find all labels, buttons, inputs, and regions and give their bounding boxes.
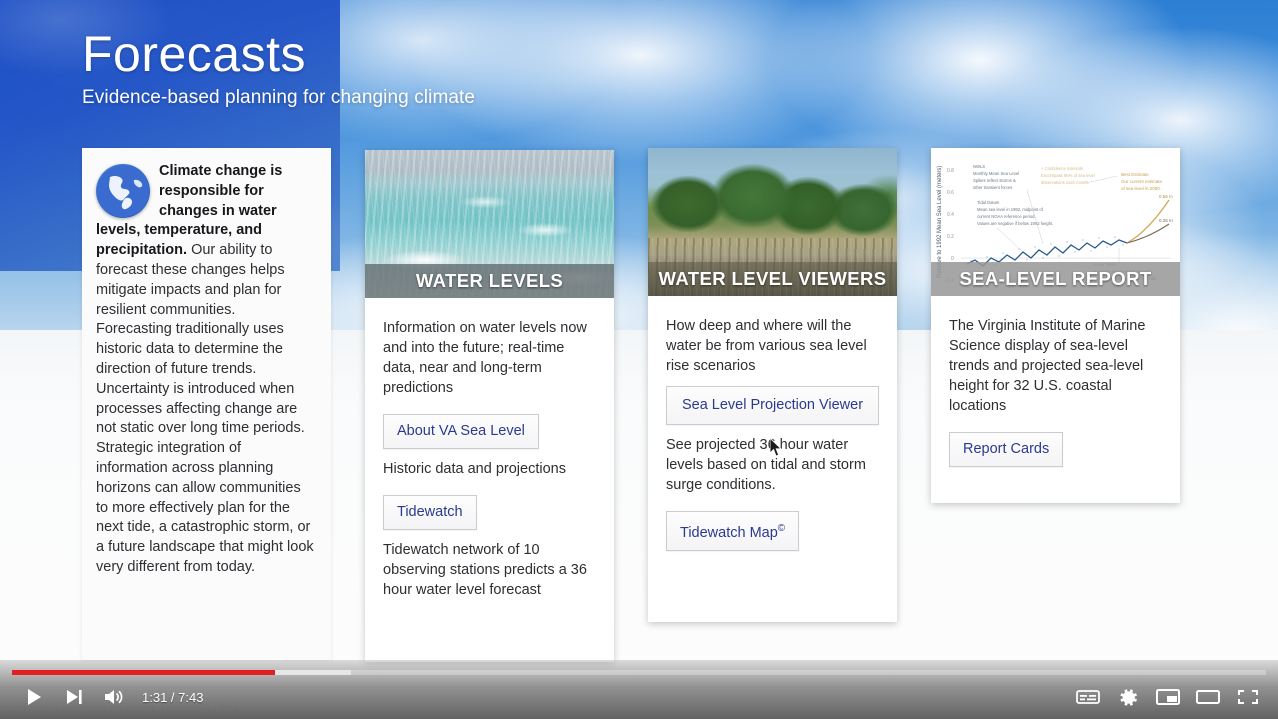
intro-text-body: Climate change is responsible for change… (96, 162, 315, 578)
page-header: Forecasts Evidence-based planning for ch… (82, 28, 475, 109)
water-level-viewers-title: WATER LEVEL VIEWERS (648, 262, 897, 296)
svg-text:+ Confidence Intervals: + Confidence Intervals (1041, 166, 1083, 171)
captions-icon[interactable] (1068, 682, 1108, 712)
svg-text:0.55 m: 0.55 m (1159, 194, 1173, 199)
water-levels-title: WATER LEVELS (365, 264, 614, 298)
water-levels-body: Information on water levels now and into… (365, 298, 614, 624)
svg-text:Best Estimate: Best Estimate (1121, 172, 1149, 177)
progress-bar[interactable] (12, 670, 1266, 675)
volume-icon[interactable] (94, 682, 134, 712)
player-left-controls: 1:31 / 7:43 (14, 682, 203, 712)
globe-icon (96, 164, 150, 218)
video-player-controls: 1:31 / 7:43 (0, 660, 1278, 719)
play-icon[interactable] (14, 682, 54, 712)
water-levels-card: WATER LEVELS Information on water levels… (365, 150, 614, 662)
page-title: Forecasts (82, 28, 475, 81)
time-display: 1:31 / 7:43 (142, 690, 203, 705)
water-levels-paragraph-2: Historic data and projections (383, 459, 596, 479)
intro-text-card: Climate change is responsible for change… (82, 148, 331, 660)
svg-text:0.2: 0.2 (947, 234, 954, 240)
svg-text:current NOAA reference period.: current NOAA reference period. (977, 214, 1036, 219)
water-level-viewers-body: How deep and where will the water be fro… (648, 296, 897, 579)
water-level-viewers-card: WATER LEVEL VIEWERS How deep and where w… (648, 148, 897, 622)
water-level-viewers-image: WATER LEVEL VIEWERS (648, 148, 897, 296)
svg-text:of sea level in 2050.: of sea level in 2050. (1121, 186, 1161, 191)
report-cards-title: SEA-LEVEL REPORT CARDS (931, 262, 1180, 296)
report-cards-image: Relative to 1992 Mean Sea Level (meters)… (931, 148, 1180, 296)
svg-text:0.25 m: 0.25 m (1159, 218, 1173, 223)
water-level-viewers-paragraph-2: See projected 36 hour water levels based… (666, 435, 879, 495)
svg-text:NWLS: NWLS (973, 164, 985, 169)
svg-text:observations each month.: observations each month. (1041, 180, 1089, 185)
water-levels-paragraph-3: Tidewatch network of 10 observing statio… (383, 540, 596, 600)
svg-text:0.6: 0.6 (947, 190, 954, 196)
fullscreen-icon[interactable] (1228, 682, 1268, 712)
svg-text:Tidal Datum: Tidal Datum (977, 200, 1000, 205)
video-frame: Forecasts Evidence-based planning for ch… (0, 0, 1278, 719)
tidewatch-map-label: Tidewatch Map (680, 525, 778, 541)
svg-text:other transient forces: other transient forces (973, 185, 1012, 190)
svg-text:Monthly Mean Sea Level: Monthly Mean Sea Level (973, 171, 1019, 176)
report-cards-paragraph-1: The Virginia Institute of Marine Science… (949, 316, 1162, 416)
miniplayer-icon[interactable] (1148, 682, 1188, 712)
gear-icon[interactable] (1108, 682, 1148, 712)
svg-text:0.8: 0.8 (947, 168, 954, 174)
player-right-controls (1068, 682, 1268, 712)
report-cards-card: Relative to 1992 Mean Sea Level (meters)… (931, 148, 1180, 503)
copyright-icon: © (778, 523, 785, 534)
progress-played (12, 670, 275, 675)
sea-level-projection-viewer-button[interactable]: Sea Level Projection Viewer (666, 386, 879, 425)
water-levels-image: WATER LEVELS (365, 150, 614, 298)
svg-text:Our current estimate: Our current estimate (1121, 179, 1163, 184)
svg-text:Encompass 95% of sea level: Encompass 95% of sea level (1041, 173, 1095, 178)
report-cards-button[interactable]: Report Cards (949, 432, 1063, 467)
water-level-viewers-paragraph-1: How deep and where will the water be fro… (666, 316, 879, 376)
tidewatch-map-button[interactable]: Tidewatch Map© (666, 511, 799, 551)
svg-text:Spikes reflect storms &: Spikes reflect storms & (973, 178, 1016, 183)
svg-text:0.4: 0.4 (947, 212, 954, 218)
next-track-icon[interactable] (54, 682, 94, 712)
intro-body-text: Our ability to forecast these changes he… (96, 242, 314, 575)
svg-text:Mean sea level in 1992, midpoi: Mean sea level in 1992, midpoint of (977, 207, 1044, 212)
report-cards-body: The Virginia Institute of Marine Science… (931, 296, 1180, 495)
svg-text:Values are negative if below 1: Values are negative if below 1992 height… (977, 221, 1053, 226)
page-subtitle: Evidence-based planning for changing cli… (82, 87, 475, 109)
tidewatch-button[interactable]: Tidewatch (383, 495, 477, 530)
theater-mode-icon[interactable] (1188, 682, 1228, 712)
about-va-sea-level-button[interactable]: About VA Sea Level (383, 414, 539, 449)
water-levels-paragraph-1: Information on water levels now and into… (383, 318, 596, 398)
